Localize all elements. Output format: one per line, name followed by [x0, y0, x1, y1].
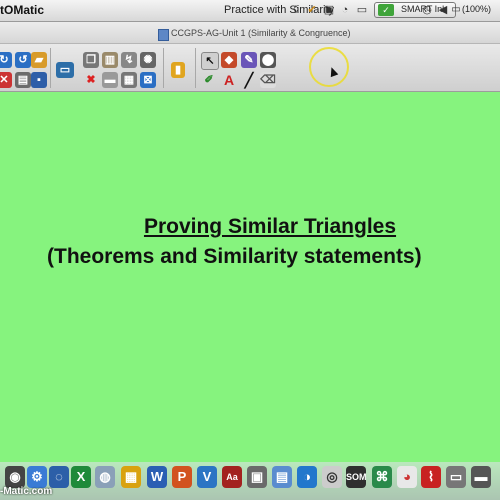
dictionary-icon[interactable]: Aa	[222, 466, 242, 488]
dock-app-icon[interactable]: ▣	[247, 466, 267, 488]
toolbar-separator	[50, 48, 51, 88]
select-icon[interactable]: ↖	[201, 52, 219, 70]
dock-app-icon[interactable]: ◉	[5, 466, 25, 488]
dock-app-icon[interactable]: ◍	[95, 466, 115, 488]
text-icon[interactable]: A	[221, 72, 237, 88]
battery-icon[interactable]: ▭	[449, 3, 463, 17]
print-icon[interactable]: ▤	[15, 72, 31, 88]
dock-app-icon[interactable]: ⚙	[27, 466, 47, 488]
page-heading: Proving Similar Triangles	[143, 215, 397, 238]
open-icon[interactable]: ▰	[31, 52, 47, 68]
dock-app-icon[interactable]: ▭	[446, 466, 466, 488]
copy-icon[interactable]: ❐	[83, 52, 99, 68]
shapes-icon[interactable]: ◆	[221, 52, 237, 68]
close-page-icon[interactable]: ✕	[0, 72, 12, 88]
menu-bar: tOMatic Practice with Similarity ◊ ✔ ▣ ◔…	[0, 0, 500, 22]
chrome-icon[interactable]: ◕	[397, 466, 417, 488]
pdf-icon[interactable]: ⌇	[421, 466, 441, 488]
toolbar: ↻ ↺ ▰ ✕ ▤ ▪ ▭ ❐ ▥ ↯ ✺ ✖ ▬ ▦ ⊠ ▮ ↖ ◆ ✎ ⬤ …	[0, 44, 500, 92]
line-icon[interactable]: ╱	[241, 72, 257, 88]
app-menu[interactable]: tOMatic	[0, 3, 44, 17]
window-title: CCGPS-AG-Unit 1 (Similarity & Congruence…	[171, 28, 351, 38]
eraser-icon[interactable]: ⌫	[260, 72, 276, 88]
delete-icon[interactable]: ✖	[83, 72, 99, 88]
document-icon	[158, 29, 169, 41]
whiteboard-canvas[interactable]: Proving Similar Triangles (Theorems and …	[0, 92, 500, 435]
dock-app-icon[interactable]: ◌	[49, 466, 69, 488]
lock-icon[interactable]: ▣	[322, 3, 336, 17]
volume-icon[interactable]: ◀	[436, 3, 450, 17]
clock-icon[interactable]: ◔	[338, 3, 352, 17]
dock-app-icon[interactable]: V	[197, 466, 217, 488]
table-icon[interactable]: ▦	[121, 72, 137, 88]
wifi-icon[interactable]	[398, 0, 412, 6]
dock-app-icon[interactable]: ▤	[272, 466, 292, 488]
checkmark-icon[interactable]: ✔	[305, 3, 319, 17]
undo-icon[interactable]: ↺	[15, 52, 31, 68]
gallery-icon[interactable]: ✺	[140, 52, 156, 68]
word-icon[interactable]: W	[147, 466, 167, 488]
battery-percentage: (100%)	[462, 4, 492, 14]
toolbar-separator	[163, 48, 164, 88]
screen-shade-icon[interactable]: ▬	[102, 72, 118, 88]
dock-app-icon[interactable]: ▦	[121, 466, 141, 488]
fill-icon[interactable]: ⬤	[260, 52, 276, 68]
lock-tool-icon[interactable]: ▮	[171, 62, 185, 78]
bluetooth-icon[interactable]: ◊	[289, 3, 303, 17]
paste-icon[interactable]: ▥	[102, 52, 118, 68]
pen-icon[interactable]: ✐	[201, 72, 217, 88]
save-icon[interactable]: ▪	[31, 72, 47, 88]
window-title-bar: CCGPS-AG-Unit 1 (Similarity & Congruence…	[0, 22, 500, 44]
magic-pen-icon[interactable]: ✎	[241, 52, 257, 68]
excel-icon[interactable]: X	[71, 466, 91, 488]
powerpoint-icon[interactable]: P	[172, 466, 192, 488]
ink-icon: ✓	[378, 4, 394, 16]
capture-icon[interactable]: ↯	[121, 52, 137, 68]
close-icon[interactable]: ⊠	[140, 72, 156, 88]
time-machine-icon[interactable]: ◷	[420, 3, 434, 17]
redo-icon[interactable]: ↻	[0, 52, 12, 68]
dock-app-icon[interactable]: ⌘	[372, 466, 392, 488]
screen-icon[interactable]: ▭	[56, 62, 74, 78]
dock-app-icon[interactable]: ◑	[297, 466, 317, 488]
page-subheading: (Theorems and Similarity statements)	[47, 245, 422, 268]
watermark-text: -Matic.com	[0, 486, 53, 497]
dock-app-icon[interactable]: SOM	[346, 466, 367, 488]
dock-app-icon[interactable]: ◎	[322, 466, 342, 488]
dock-app-icon[interactable]: ▬	[471, 466, 491, 488]
toolbar-separator	[195, 48, 196, 88]
display-icon[interactable]: ▭	[355, 3, 369, 17]
